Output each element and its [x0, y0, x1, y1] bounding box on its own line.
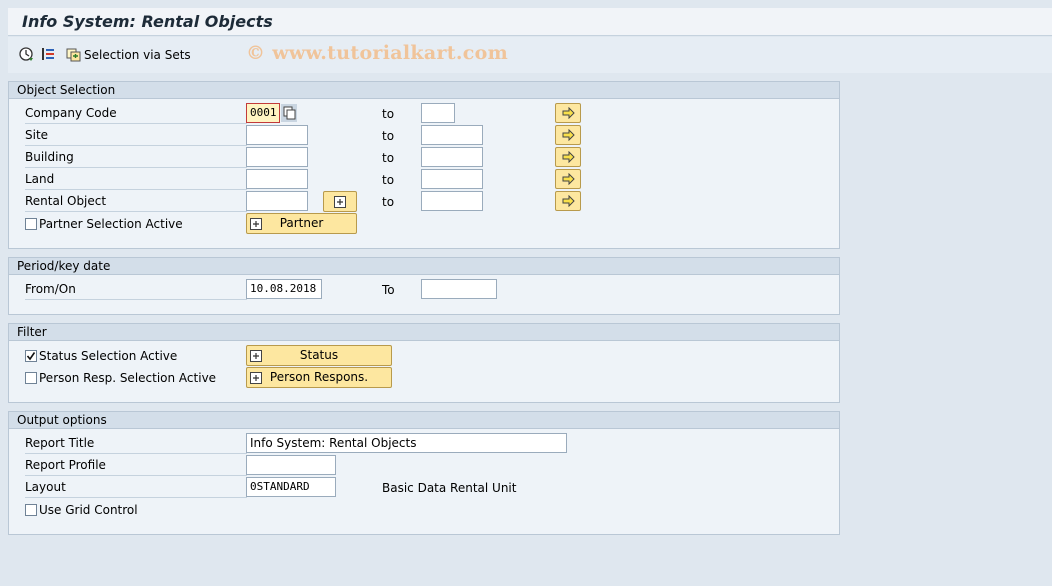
page-title: Info System: Rental Objects: [22, 12, 273, 31]
person-resp-selection-label: Person Resp. Selection Active: [39, 371, 217, 385]
person-resp-selection-checkbox[interactable]: [25, 372, 37, 384]
layout-description: Basic Data Rental Unit: [382, 481, 517, 495]
execute-icon[interactable]: [18, 46, 34, 62]
group-object-selection: Object Selection Company Code 0001 to Si…: [8, 81, 840, 249]
expand-icon: [250, 349, 262, 362]
site-to-field[interactable]: [421, 125, 483, 145]
selection-via-sets-button[interactable]: Selection via Sets: [84, 48, 191, 62]
expand-icon: [250, 371, 262, 384]
from-on-field[interactable]: 10.08.2018: [246, 279, 322, 299]
building-to-field[interactable]: [421, 147, 483, 167]
group-header: Filter: [9, 324, 839, 341]
building-field[interactable]: [246, 147, 308, 167]
company-code-field[interactable]: 0001: [246, 103, 280, 123]
from-on-label: From/On: [25, 280, 247, 300]
group-header: Period/key date: [9, 258, 839, 275]
land-field[interactable]: [246, 169, 308, 189]
to-label: to: [382, 151, 395, 165]
site-field[interactable]: [246, 125, 308, 145]
group-header: Output options: [9, 412, 839, 429]
to-label: to: [382, 107, 395, 121]
selection-sets-icon[interactable]: [66, 46, 82, 62]
status-selection-label: Status Selection Active: [39, 349, 178, 363]
multiple-selection-icon[interactable]: [281, 104, 297, 122]
to-date-label: To: [382, 283, 395, 297]
land-to-field[interactable]: [421, 169, 483, 189]
person-responsible-button[interactable]: Person Respons.: [246, 367, 392, 388]
status-button-label: Status: [299, 348, 339, 362]
title-bar: Info System: Rental Objects: [8, 8, 1052, 36]
rental-object-multiple-button[interactable]: [555, 191, 581, 211]
building-multiple-button[interactable]: [555, 147, 581, 167]
report-profile-label: Report Profile: [25, 456, 247, 476]
watermark: © www.tutorialkart.com: [246, 42, 509, 64]
to-label: to: [382, 195, 395, 209]
company-code-multiple-button[interactable]: [555, 103, 581, 123]
report-title-field[interactable]: Info System: Rental Objects: [246, 433, 567, 453]
company-code-to-field[interactable]: [421, 103, 455, 123]
rental-object-field[interactable]: [246, 191, 308, 211]
expand-icon: [334, 195, 346, 208]
building-label: Building: [25, 148, 247, 168]
rental-object-to-field[interactable]: [421, 191, 483, 211]
layout-label: Layout: [25, 478, 247, 498]
land-label: Land: [25, 170, 247, 190]
status-selection-checkbox[interactable]: [25, 350, 37, 362]
partner-selection-checkbox[interactable]: [25, 218, 37, 230]
group-period: Period/key date From/On 10.08.2018 To: [8, 257, 840, 315]
to-label: to: [382, 129, 395, 143]
partner-button[interactable]: Partner: [246, 213, 357, 234]
report-profile-field[interactable]: [246, 455, 336, 475]
application-toolbar: Selection via Sets: [8, 37, 1052, 73]
layout-field[interactable]: 0STANDARD: [246, 477, 336, 497]
status-button[interactable]: Status: [246, 345, 392, 366]
site-label: Site: [25, 126, 247, 146]
variants-icon[interactable]: [40, 46, 56, 62]
grid-control-checkbox[interactable]: [25, 504, 37, 516]
person-responsible-button-label: Person Respons.: [269, 370, 369, 384]
report-title-label: Report Title: [25, 434, 247, 454]
rental-object-search-button[interactable]: [323, 191, 357, 212]
expand-icon: [250, 217, 262, 230]
company-code-label: Company Code: [25, 104, 247, 124]
to-date-field[interactable]: [421, 279, 497, 299]
grid-control-label: Use Grid Control: [39, 503, 138, 517]
site-multiple-button[interactable]: [555, 125, 581, 145]
to-label: to: [382, 173, 395, 187]
land-multiple-button[interactable]: [555, 169, 581, 189]
group-header: Object Selection: [9, 82, 839, 99]
partner-selection-label: Partner Selection Active: [39, 217, 183, 231]
partner-button-label: Partner: [279, 216, 324, 230]
rental-object-label: Rental Object: [25, 192, 247, 212]
group-output-options: Output options Report Title Info System:…: [8, 411, 840, 535]
group-filter: Filter Status Selection Active Status Pe…: [8, 323, 840, 403]
